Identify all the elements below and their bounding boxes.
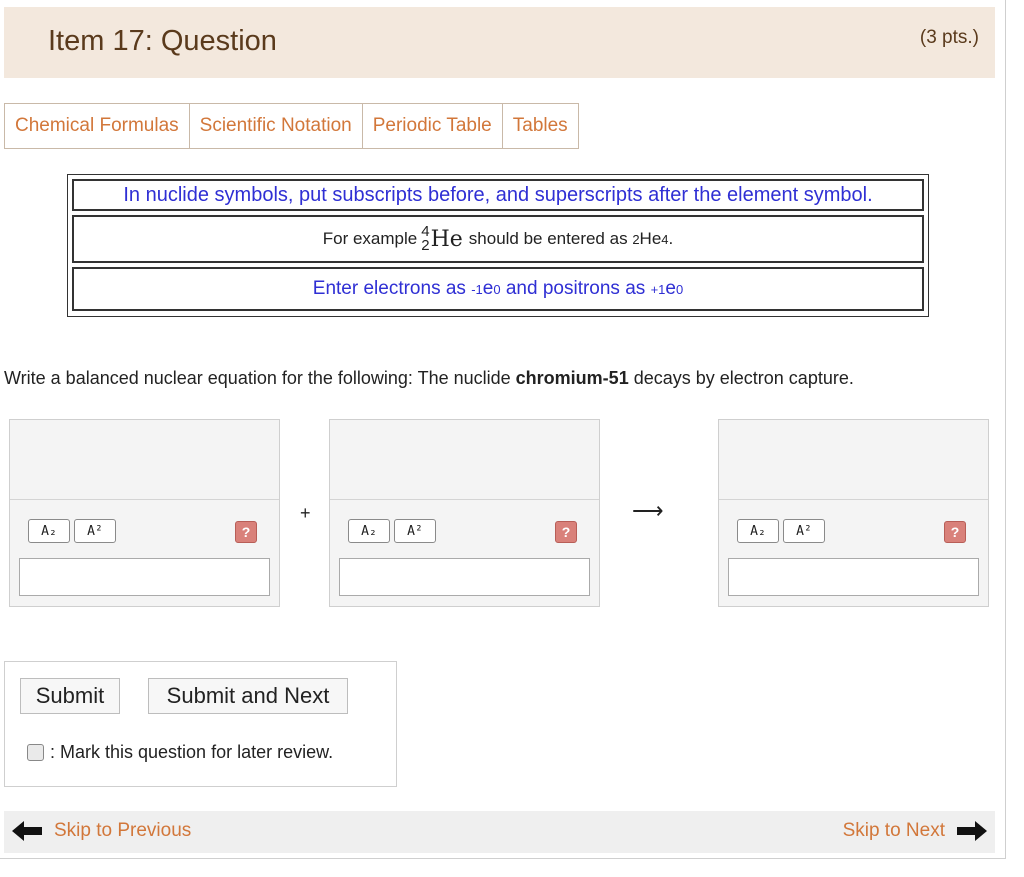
hint-positrons-text: and positrons as bbox=[505, 278, 646, 299]
question-nuclide: chromium-51 bbox=[515, 368, 629, 388]
arrow-right-icon bbox=[957, 821, 987, 841]
help-icon[interactable]: ? bbox=[555, 521, 577, 543]
submit-button[interactable]: Submit bbox=[20, 678, 120, 714]
hint-example: For example 4 2 He should be entered as … bbox=[72, 215, 924, 263]
skip-to-next-link[interactable]: Skip to Next bbox=[843, 820, 987, 842]
tab-periodic-table[interactable]: Periodic Table bbox=[363, 104, 503, 148]
tab-tables[interactable]: Tables bbox=[503, 104, 578, 148]
superscript-button[interactable]: A² bbox=[394, 519, 436, 543]
question-text: Write a balanced nuclear equation for th… bbox=[4, 368, 854, 389]
product-input[interactable] bbox=[728, 558, 979, 596]
question-prefix: Write a balanced nuclear equation for th… bbox=[4, 368, 511, 388]
subscript-button[interactable]: A₂ bbox=[28, 519, 70, 543]
entered-superscript: 4 bbox=[661, 231, 669, 247]
electron-superscript: 0 bbox=[493, 281, 501, 297]
hint-electrons-text: Enter electrons as bbox=[312, 278, 466, 299]
slot-preview-area bbox=[330, 420, 599, 500]
equation-slot-product: A₂ A² ? bbox=[718, 419, 989, 607]
equation-slot-reactant-1: A₂ A² ? bbox=[9, 419, 280, 607]
plus-sign: + bbox=[300, 503, 311, 523]
slot-preview-area bbox=[10, 420, 279, 500]
tab-scientific-notation[interactable]: Scientific Notation bbox=[190, 104, 363, 148]
skip-to-previous-link[interactable]: Skip to Previous bbox=[12, 820, 191, 842]
reaction-arrow-icon: ⟶ bbox=[632, 498, 664, 523]
resource-tabs: Chemical Formulas Scientific Notation Pe… bbox=[4, 103, 579, 149]
example-atomic-number: 2 bbox=[421, 237, 430, 254]
hint-subscripts: In nuclide symbols, put subscripts befor… bbox=[72, 179, 924, 211]
mark-review-label: : Mark this question for later review. bbox=[50, 742, 334, 762]
hint-electrons: Enter electrons as -1 e 0 and positrons as… bbox=[72, 267, 924, 311]
hint-example-prefix: For example bbox=[322, 229, 418, 248]
example-nuclide-symbol: 4 2 He bbox=[421, 224, 463, 254]
mark-review-row: : Mark this question for later review. bbox=[27, 742, 333, 763]
help-icon[interactable]: ? bbox=[944, 521, 966, 543]
submit-and-next-button[interactable]: Submit and Next bbox=[148, 678, 348, 714]
electron-symbol: e bbox=[482, 278, 494, 299]
superscript-button[interactable]: A² bbox=[74, 519, 116, 543]
help-icon[interactable]: ? bbox=[235, 521, 257, 543]
hint-example-end: . bbox=[668, 229, 674, 248]
hint-line-1: In nuclide symbols, put subscripts befor… bbox=[123, 183, 873, 206]
page-right-border bbox=[1005, 0, 1006, 858]
skip-to-previous-label: Skip to Previous bbox=[54, 820, 192, 841]
positron-symbol: e bbox=[665, 278, 676, 299]
arrow-left-icon bbox=[12, 821, 42, 841]
points-label: (3 pts.) bbox=[919, 27, 979, 48]
reactant-1-input[interactable] bbox=[19, 558, 270, 596]
hint-example-middle: should be entered as bbox=[468, 229, 628, 248]
entered-subscript: 2 bbox=[632, 231, 640, 247]
question-header: Item 17: Question (3 pts.) bbox=[4, 7, 995, 78]
question-suffix: decays by electron capture. bbox=[633, 368, 854, 388]
mark-review-checkbox[interactable] bbox=[27, 744, 44, 761]
submit-panel: Submit Submit and Next : Mark this quest… bbox=[4, 661, 397, 787]
entered-element: He bbox=[639, 229, 662, 248]
page-title: Item 17: Question bbox=[48, 25, 277, 57]
subscript-button[interactable]: A₂ bbox=[737, 519, 779, 543]
tab-chemical-formulas[interactable]: Chemical Formulas bbox=[5, 104, 190, 148]
positron-superscript: 0 bbox=[675, 281, 684, 297]
positron-subscript: +1 bbox=[650, 281, 666, 297]
subscript-button[interactable]: A₂ bbox=[348, 519, 390, 543]
skip-to-next-label: Skip to Next bbox=[842, 820, 945, 841]
equation-slot-reactant-2: A₂ A² ? bbox=[329, 419, 600, 607]
nuclide-hints-table: In nuclide symbols, put subscripts befor… bbox=[67, 174, 929, 317]
superscript-button[interactable]: A² bbox=[783, 519, 825, 543]
slot-preview-area bbox=[719, 420, 988, 500]
page-bottom-border bbox=[0, 858, 1006, 859]
reactant-2-input[interactable] bbox=[339, 558, 590, 596]
example-element: He bbox=[430, 226, 463, 252]
navigation-bar: Skip to Previous Skip to Next bbox=[4, 811, 995, 853]
electron-subscript: -1 bbox=[471, 281, 483, 297]
